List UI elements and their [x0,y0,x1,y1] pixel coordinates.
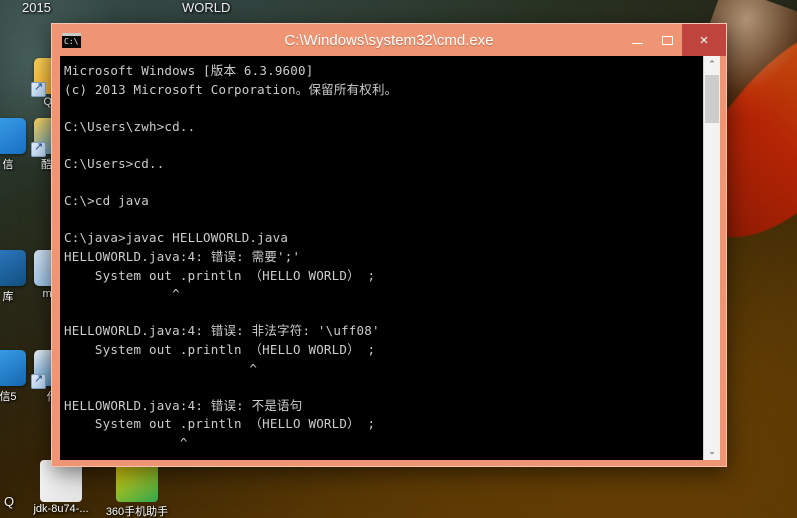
window-title-bar[interactable]: C:\ C:\Windows\system32\cmd.exe × [52,24,726,56]
minimize-icon [631,42,643,44]
cmd-console-icon-text: C:\ [64,36,79,46]
wechat5-glyph [0,350,26,386]
console-line: (c) 2013 Microsoft Corporation。保留所有权利。 [64,81,398,97]
scroll-down-arrow-icon[interactable]: ⌄ [704,443,720,460]
console-line: System out .println （HELLO WORLD） ; [64,267,376,283]
desktop-label: 2015 [22,0,51,15]
partial-1-glyph [0,118,26,154]
console-output[interactable]: Microsoft Windows [版本 6.3.9600] (c) 2013 … [60,56,703,460]
console-line: ^ [64,286,180,302]
console-line: ^ [64,360,258,376]
maximize-button[interactable] [652,24,682,56]
scroll-up-arrow-icon[interactable]: ⌃ [704,56,720,73]
360-mobile-assistant-icon[interactable]: 360手机助手 [98,460,176,518]
cmd-console-icon: C:\ [62,32,81,48]
scrollbar-thumb[interactable] [705,75,719,123]
shortcut-arrow-icon [31,140,46,157]
window-controls[interactable]: × [622,24,726,56]
desktop-icon-label: 360手机助手 [105,506,169,518]
desktop-label: WORLD [182,0,231,15]
maximize-icon [661,35,673,45]
jdk-installer-icon[interactable]: jdk-8u74-... [22,460,100,515]
scrollbar-track[interactable] [704,73,720,443]
minimize-button[interactable] [622,24,652,56]
library-glyph [0,250,26,286]
cmd-window[interactable]: C:\ C:\Windows\system32\cmd.exe × Micros… [51,23,727,467]
desktop-bottom-icon-row[interactable]: jdk-8u74-... 360手机助手 [0,460,250,518]
console-line: System out .println （HELLO WORLD） ; [64,341,376,357]
desktop-icon-label: jdk-8u74-... [33,503,89,515]
desktop-partial-label-q: Q [4,494,15,509]
console-line: ^ [64,434,188,450]
console-line: C:\Users\zwh>cd.. [64,118,196,134]
console-area[interactable]: Microsoft Windows [版本 6.3.9600] (c) 2013 … [60,56,720,460]
close-button[interactable]: × [682,24,726,56]
console-line: System out .println （HELLO WORLD） ; [64,416,376,432]
console-line: HELLOWORLD.java:4: 错误: 非法字符: '\uff08' [64,323,380,339]
shortcut-arrow-icon [31,372,46,389]
console-line: HELLOWORLD.java:4: 错误: 不是语句 [64,397,303,413]
console-line: Microsoft Windows [版本 6.3.9600] [64,63,314,78]
console-line: C:\Users>cd.. [64,155,165,171]
console-line: C:\>cd java [64,193,149,209]
console-scrollbar[interactable]: ⌃ ⌄ [703,56,720,460]
console-line: C:\java>javac HELLOWORLD.java [64,230,289,246]
console-line: HELLOWORLD.java:4: 错误: 需要';' [64,248,301,264]
shortcut-arrow-icon [31,80,46,97]
